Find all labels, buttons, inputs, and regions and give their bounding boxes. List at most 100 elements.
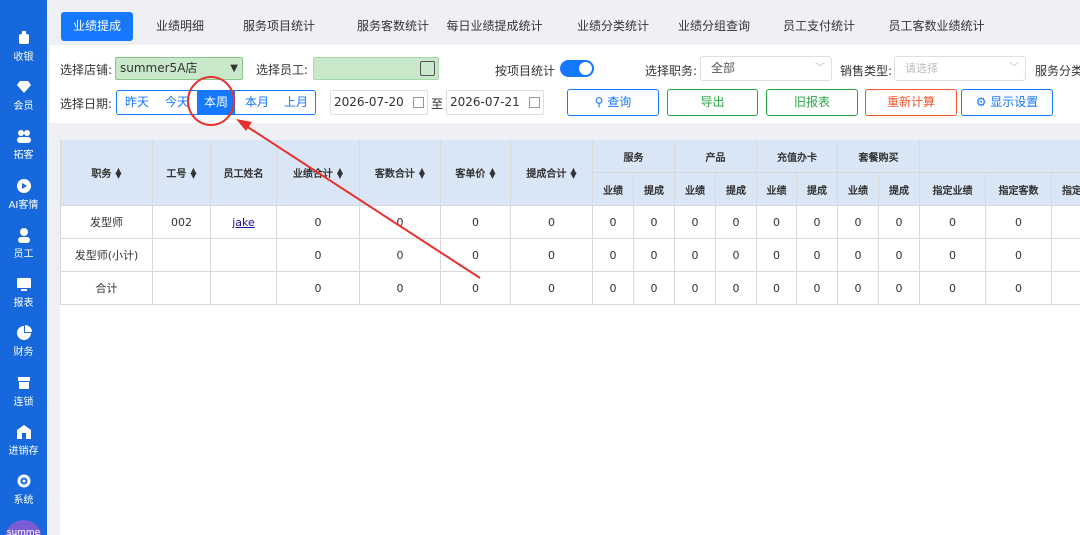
cell-value: 0 [716,206,757,239]
tab-guest-performance-stats[interactable]: 员工客数业绩统计 [878,12,995,41]
sidebar-item-inventory[interactable]: 进销存 [0,424,47,457]
col-service-commission: 提成 [634,173,675,206]
date-btn-this-week[interactable]: 本周 [197,91,235,114]
sidebar-item-cashier[interactable]: 收银 [0,30,47,63]
col-emp-no-label: 工号 [166,169,187,180]
display-settings-button[interactable]: ⚙ 显示设置 [961,89,1053,116]
picker-icon[interactable] [420,61,435,76]
col-emp-no[interactable]: 工号 ▲ ▼ [153,140,211,206]
tab-performance-detail[interactable]: 业绩明细 [144,12,216,41]
old-report-button[interactable]: 旧报表 [766,89,858,116]
col-designated-guests: 指定客数 [986,173,1052,206]
query-button[interactable]: ⚲ 查询 [567,89,659,116]
col-unit-price[interactable]: 客单价 ▲ ▼ [441,140,511,206]
cell-value: 0 [797,206,838,239]
date-from-value: 2026-07-20 [334,95,404,109]
tab-service-guest-stats[interactable]: 服务客数统计 [342,12,444,41]
cell-emp-no [153,239,211,272]
col-commission-total[interactable]: 提成合计 ▲ ▼ [511,140,593,206]
sort-icon: ▲ ▼ [489,165,496,180]
col-guest-total[interactable]: 客数合计 ▲ ▼ [360,140,441,206]
employee-input[interactable] [313,57,439,80]
cell-value-overflow [1052,272,1080,305]
date-from-input[interactable]: 2026-07-20 [330,90,428,115]
cell-value: 0 [277,272,360,305]
cell-value: 0 [277,239,360,272]
warehouse-icon [16,425,31,439]
chevron-down-icon: ﹀ [815,63,825,74]
col-group-product: 产品 [675,140,757,173]
sidebar-item-system[interactable]: 系统 [0,473,47,506]
recalculate-button[interactable]: 重新计算 [865,89,957,116]
sidebar-item-label: AI客情 [8,200,39,211]
cell-value: 0 [879,206,920,239]
sidebar-item-acquire[interactable]: 拓客 [0,128,47,161]
pie-chart-icon [16,325,32,340]
sale-type-label: 销售类型: [840,64,893,78]
search-icon: ⚲ [594,95,604,109]
col-guest-total-label: 客数合计 [374,169,415,180]
sidebar-item-finance[interactable]: 财务 [0,325,47,358]
by-item-label: 按项目统计 [495,64,556,78]
tab-category-stats[interactable]: 业绩分类统计 [563,12,663,41]
cell-value: 0 [675,206,716,239]
sale-type-placeholder: 请选择 [905,62,938,75]
sidebar-item-chain[interactable]: 连锁 [0,375,47,408]
tab-daily-commission-stats[interactable]: 每日业绩提成统计 [436,12,553,41]
cell-value: 0 [634,206,675,239]
cell-value: 0 [441,272,511,305]
cell-value-overflow [1052,239,1080,272]
by-item-toggle[interactable] [560,60,594,77]
date-range-shortcuts: 昨天 今天 本周 本月 上月 [116,90,316,115]
cell-value: 0 [757,239,797,272]
store-value: summer5A店 [120,61,198,75]
cell-value: 0 [920,272,986,305]
sort-icon: ▲ ▼ [570,165,577,180]
sale-type-select[interactable]: 请选择 ﹀ [894,56,1026,81]
sidebar-item-member[interactable]: 会员 [0,79,47,112]
date-btn-this-month[interactable]: 本月 [237,91,277,114]
col-unit-price-label: 客单价 [455,169,486,180]
position-select[interactable]: 全部 ﹀ [700,56,832,81]
cell-value: 0 [757,272,797,305]
sidebar-item-label: 进销存 [8,446,39,457]
cell-emp-no: 002 [153,206,211,239]
sidebar-item-ai[interactable]: AI客情 [0,178,47,211]
date-to-value: 2026-07-21 [450,95,520,109]
cell-value: 0 [797,272,838,305]
sidebar-item-label: 连锁 [13,397,34,408]
date-btn-last-month[interactable]: 上月 [277,91,315,114]
employee-link[interactable]: jake [232,216,255,229]
cell-value: 0 [920,239,986,272]
date-to-input[interactable]: 2026-07-21 [446,90,544,115]
sidebar: 收银 会员 拓客 AI客情 员工 报表 财务 连锁 进销存 系统 summe [0,0,47,535]
position-value: 全部 [711,61,736,75]
cell-position: 发型师 [60,206,153,239]
date-label: 选择日期: [60,97,113,111]
cell-value: 0 [593,206,634,239]
sidebar-item-report[interactable]: 报表 [0,276,47,309]
cell-value: 0 [838,206,879,239]
cell-emp-no [153,272,211,305]
tab-payment-stats[interactable]: 员工支付统计 [773,12,865,41]
col-group-service: 服务 [593,140,675,173]
cell-emp-name [211,239,277,272]
store-select[interactable]: summer5A店 ▼ [115,57,243,80]
sidebar-item-label: 拓客 [13,150,34,161]
col-position[interactable]: 职务 ▲ ▼ [60,140,153,206]
tab-service-item-stats[interactable]: 服务项目统计 [224,12,334,41]
cell-value: 0 [838,239,879,272]
date-btn-today[interactable]: 今天 [157,91,197,114]
avatar[interactable]: summe [5,520,42,535]
tab-group-query[interactable]: 业绩分组查询 [668,12,760,41]
play-circle-icon [16,179,31,193]
date-btn-yesterday[interactable]: 昨天 [117,91,157,114]
sidebar-item-staff[interactable]: 员工 [0,227,47,260]
sidebar-item-label: 会员 [13,101,34,112]
export-button[interactable]: 导出 [667,89,758,116]
col-perf-total[interactable]: 业绩合计 ▲ ▼ [277,140,360,206]
sidebar-item-label: 员工 [13,249,34,260]
col-product-commission: 提成 [716,173,757,206]
tab-performance-commission[interactable]: 业绩提成 [61,12,133,41]
sort-icon: ▲ ▼ [418,165,426,180]
